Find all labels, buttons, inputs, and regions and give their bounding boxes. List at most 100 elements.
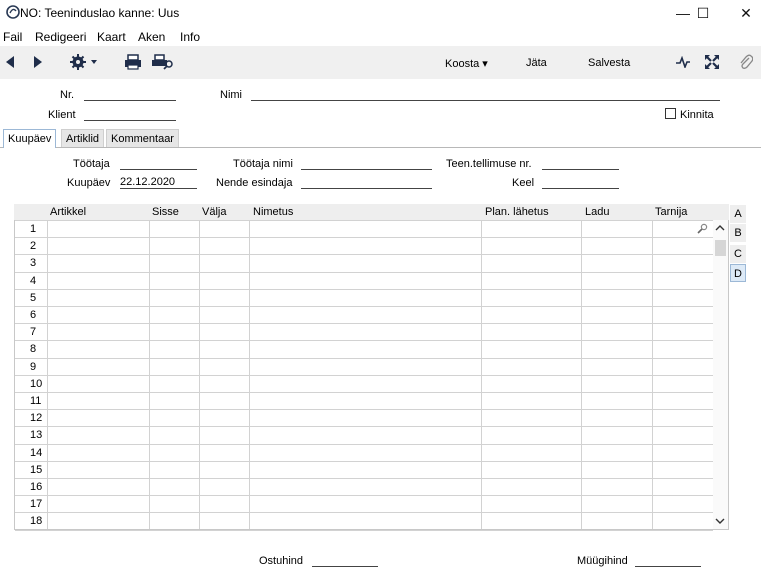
table-row-number[interactable]: 1: [30, 223, 48, 235]
table-row-divider: [15, 392, 713, 393]
tootaja-nimi-label: Töötaja nimi: [233, 158, 293, 170]
table-row-number[interactable]: 16: [30, 481, 48, 493]
menu-redigeeri[interactable]: Redigeeri: [35, 30, 86, 44]
column-header-tarnija[interactable]: Tarnija: [655, 206, 687, 218]
salvesta-button[interactable]: Salvesta: [588, 57, 630, 69]
kinnita-label: Kinnita: [680, 109, 714, 121]
nr-field[interactable]: [84, 88, 176, 101]
scroll-up-icon[interactable]: [715, 224, 725, 234]
ostuhind-label: Ostuhind: [259, 555, 304, 567]
grid-header-divider: [15, 220, 713, 221]
print-icon[interactable]: [124, 53, 142, 71]
side-tab-c[interactable]: C: [730, 245, 746, 263]
column-header-artikkel[interactable]: Artikkel: [50, 206, 86, 218]
table-row-divider: [15, 409, 713, 410]
expand-icon[interactable]: [705, 53, 719, 71]
table-row-divider: [15, 306, 713, 307]
tootaja-label: Töötaja: [73, 158, 110, 170]
table-row-number[interactable]: 6: [30, 309, 48, 321]
table-row-divider: [15, 237, 713, 238]
koosta-button[interactable]: Koosta ▾: [445, 57, 488, 70]
jata-button[interactable]: Jäta: [526, 57, 547, 69]
menu-fail[interactable]: Fail: [3, 30, 22, 44]
table-row-divider: [15, 254, 713, 255]
table-row-number[interactable]: 17: [30, 498, 48, 510]
table-row-divider: [15, 512, 713, 513]
column-header-nimetus[interactable]: Nimetus: [253, 206, 293, 218]
muugihind-label: Müügihind: [577, 555, 628, 567]
tootaja-nimi-field[interactable]: [301, 157, 432, 170]
table-row-number[interactable]: 10: [30, 378, 48, 390]
previous-record-icon[interactable]: [4, 53, 16, 71]
side-tab-b[interactable]: B: [730, 224, 746, 242]
side-tab-d[interactable]: D: [730, 264, 746, 282]
kinnita-checkbox[interactable]: [665, 108, 676, 119]
ostuhind-field[interactable]: [312, 554, 378, 567]
vertical-scrollbar[interactable]: [713, 220, 728, 529]
maximize-button[interactable]: ☐: [680, 0, 726, 26]
table-row-divider: [15, 323, 713, 324]
table-row-divider: [15, 272, 713, 273]
attachment-icon[interactable]: [739, 53, 753, 71]
table-row-number[interactable]: 2: [30, 240, 48, 252]
table-row-number[interactable]: 4: [30, 275, 48, 287]
print-preview-icon[interactable]: [152, 53, 174, 71]
table-row-number[interactable]: 12: [30, 412, 48, 424]
toolbar: [0, 46, 761, 79]
klient-field[interactable]: [84, 108, 176, 121]
tab-kommentaar[interactable]: Kommentaar: [106, 129, 179, 147]
tab-artiklid[interactable]: Artiklid: [61, 129, 105, 147]
table-row-divider: [15, 358, 713, 359]
close-button[interactable]: ✕: [723, 0, 761, 26]
grid-header: [14, 204, 729, 220]
nr-label: Nr.: [60, 89, 75, 101]
table-row-divider: [15, 426, 713, 427]
nende-esindaja-field[interactable]: [301, 176, 432, 189]
table-row-number[interactable]: 11: [30, 395, 48, 407]
table-row-number[interactable]: 13: [30, 429, 48, 441]
column-header-ladu[interactable]: Ladu: [585, 206, 609, 218]
muugihind-field[interactable]: [635, 554, 701, 567]
klient-label: Klient: [48, 109, 76, 121]
menu-info[interactable]: Info: [180, 30, 200, 44]
app-icon: [6, 5, 20, 19]
next-record-icon[interactable]: [32, 53, 44, 71]
table-row-number[interactable]: 8: [30, 343, 48, 355]
teen-tellimuse-label: Teen.tellimuse nr.: [446, 158, 532, 170]
keel-label: Keel: [512, 177, 535, 189]
tab-kuupaev[interactable]: Kuupäev: [3, 129, 57, 148]
table-row-number[interactable]: 3: [30, 257, 48, 269]
activity-icon[interactable]: [676, 53, 690, 71]
menu-aken[interactable]: Aken: [138, 30, 165, 44]
nimi-field[interactable]: [251, 88, 720, 101]
kuupaev-field[interactable]: 22.12.2020: [120, 176, 197, 189]
nimi-label: Nimi: [220, 89, 242, 101]
nende-esindaja-label: Nende esindaja: [216, 177, 293, 189]
scroll-down-icon[interactable]: [715, 516, 725, 528]
column-header-valja[interactable]: Välja: [202, 206, 226, 218]
table-row-divider: [15, 461, 713, 462]
side-tab-a[interactable]: A: [730, 205, 746, 223]
scrollbar-thumb[interactable]: [715, 240, 726, 256]
gear-icon[interactable]: [70, 53, 100, 71]
table-row-divider: [15, 530, 713, 531]
table-row-number[interactable]: 18: [30, 515, 48, 527]
table-row-number[interactable]: 15: [30, 464, 48, 476]
table-row-divider: [15, 444, 713, 445]
table-row-number[interactable]: 5: [30, 292, 48, 304]
table-row-divider: [15, 340, 713, 341]
table-row-number[interactable]: 9: [30, 361, 48, 373]
window-title: NO: Teeninduslao kanne: Uus: [20, 6, 180, 20]
teen-tellimuse-field[interactable]: [542, 157, 619, 170]
column-header-sisse[interactable]: Sisse: [152, 206, 179, 218]
rows-grid: [14, 204, 729, 530]
tootaja-field[interactable]: [120, 157, 197, 170]
table-row-number[interactable]: 7: [30, 326, 48, 338]
search-paste-icon[interactable]: [696, 223, 708, 238]
table-row-number[interactable]: 14: [30, 447, 48, 459]
column-header-plan-lahetus[interactable]: Plan. lähetus: [485, 206, 549, 218]
menu-kaart[interactable]: Kaart: [97, 30, 126, 44]
table-row-divider: [15, 375, 713, 376]
table-row-divider: [15, 478, 713, 479]
keel-field[interactable]: [542, 176, 619, 189]
